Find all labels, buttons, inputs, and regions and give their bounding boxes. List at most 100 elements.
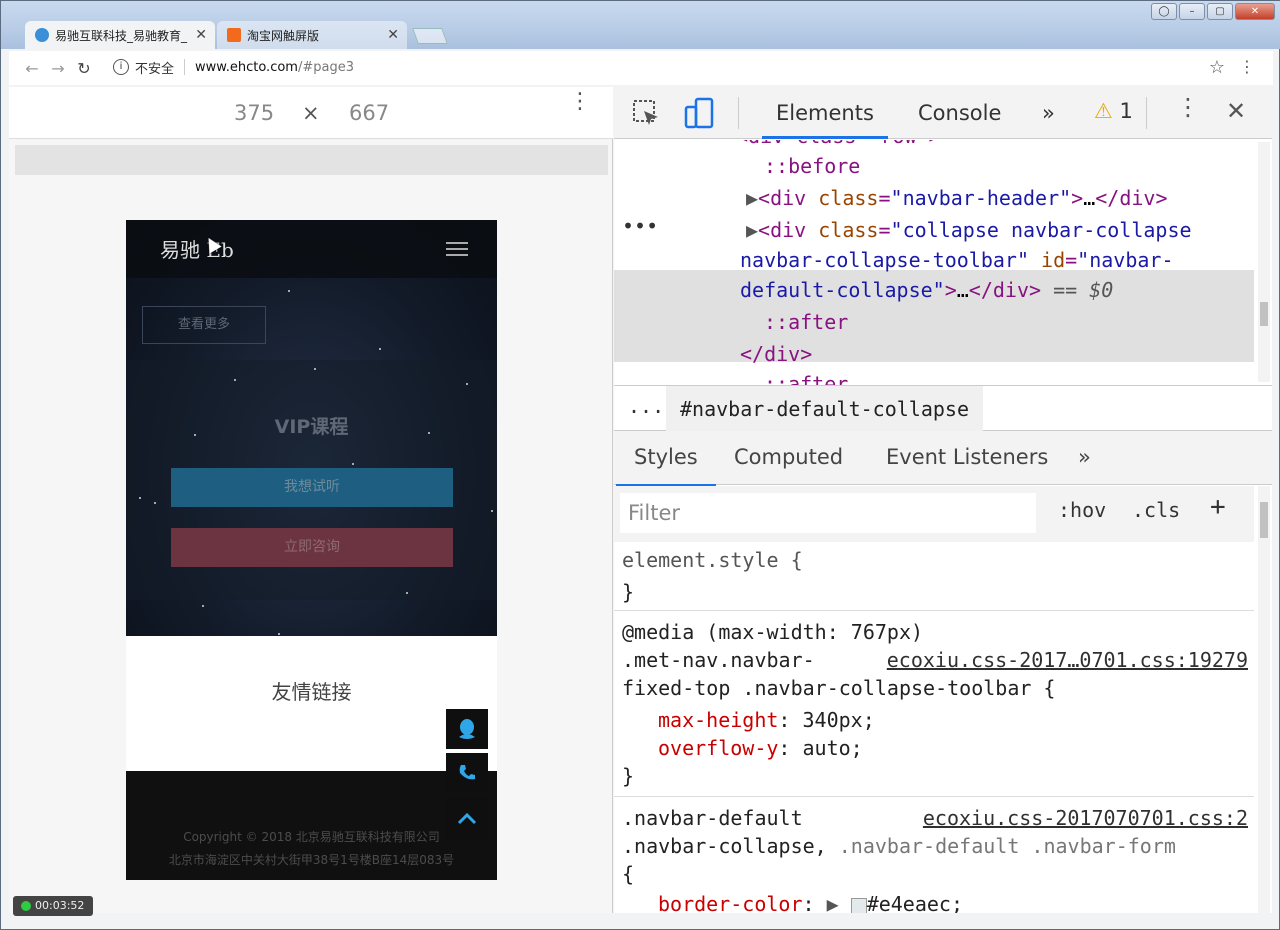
dom-scrollbar[interactable] (1258, 142, 1270, 382)
new-tab-button[interactable] (412, 28, 448, 44)
device-viewport: 375 × 667 ⋮ 查看更多 VIP课程 我想试听 立即咨询 易驰 Eb 友… (9, 87, 613, 913)
devtools-toolbar: Elements Console » ⚠ 1 ⋮ ✕ (614, 87, 1272, 139)
window-controls: ◯ – ▢ ✕ (1151, 3, 1275, 20)
device-options-icon[interactable]: ⋮ (569, 91, 591, 113)
phone-icon (459, 765, 475, 780)
styles-filter-input[interactable]: Filter (620, 493, 1036, 533)
new-rule-icon[interactable]: + (1210, 492, 1226, 522)
qq-icon (459, 719, 475, 739)
site-logo[interactable]: 易驰 Eb (160, 234, 234, 263)
expand-triangle-icon[interactable]: ▶ (746, 186, 758, 210)
warning-badge[interactable]: ⚠ 1 (1094, 99, 1133, 123)
expand-triangle-icon[interactable]: ▶ (746, 218, 758, 242)
site-favicon-icon (35, 28, 49, 42)
url-path: /#page3 (297, 59, 354, 75)
rule-source-link[interactable]: ecoxiu.css-2017…0701.css:19279 (887, 648, 1248, 672)
tab-styles[interactable]: Styles (616, 445, 716, 487)
style-rules: element.style { } @media (max-width: 767… (614, 542, 1254, 913)
node-ellipsis[interactable]: ••• (622, 214, 658, 238)
close-window-button[interactable]: ✕ (1235, 3, 1275, 20)
tab-ehcto[interactable]: 易驰互联科技_易驰教育_ ✕ (25, 21, 215, 49)
breadcrumb-ellipsis[interactable]: ... (628, 394, 664, 418)
rule-selector-2[interactable]: .navbar-default (622, 806, 803, 830)
dom-pseudo-before[interactable]: ::before (764, 154, 860, 178)
phone-navbar: 易驰 Eb (126, 220, 497, 278)
dom-pseudo-after[interactable]: ::after (764, 310, 848, 334)
phone-call-button[interactable] (446, 753, 488, 793)
close-tab-icon[interactable]: ✕ (387, 27, 399, 43)
friend-links-heading: 友情链接 (271, 680, 352, 704)
class-toggle[interactable]: .cls (1132, 498, 1180, 522)
forward-icon[interactable]: → (45, 59, 71, 78)
browser-menu-icon[interactable]: ⋮ (1239, 57, 1255, 76)
devtools-panel: Elements Console » ⚠ 1 ⋮ ✕ <div class="r… (614, 87, 1272, 913)
phone-screen: 查看更多 VIP课程 我想试听 立即咨询 易驰 Eb 友情链接 Copyrigh… (126, 220, 497, 880)
tab-strip: 易驰互联科技_易驰教育_ ✕ 淘宝网触屏版 ✕ ◯ – ▢ ✕ (1, 1, 1280, 49)
tab-title: 淘宝网触屏版 (247, 28, 320, 43)
browser-toolbar: ← → ↻ i 不安全 www.ehcto.com/#page3 ☆ ⋮ (9, 51, 1273, 85)
address-bar[interactable]: i 不安全 www.ehcto.com/#page3 (113, 53, 1213, 81)
close-devtools-icon[interactable]: ✕ (1226, 97, 1246, 125)
color-swatch[interactable] (850, 897, 867, 913)
tab-elements[interactable]: Elements (762, 101, 888, 139)
dom-line-navbar-header[interactable]: ▶<div class="navbar-header">…</div> (746, 186, 1168, 210)
breadcrumb: ... #navbar-default-collapse (614, 385, 1272, 432)
property-border-color[interactable]: border-color: ▶ #e4eaec; (658, 892, 963, 913)
browser-window: 易驰互联科技_易驰教育_ ✕ 淘宝网触屏版 ✕ ◯ – ▢ ✕ ← → ↻ i … (0, 0, 1280, 930)
device-toggle-icon[interactable] (684, 97, 716, 129)
consult-button[interactable]: 立即咨询 (171, 528, 453, 567)
vip-heading: VIP课程 (274, 416, 349, 438)
dom-close-div[interactable]: </div> (740, 342, 812, 366)
device-width[interactable]: 375 (234, 101, 274, 125)
dom-pseudo-after-2[interactable]: ::after (764, 372, 848, 385)
address-text: 北京市海淀区中关村大街甲38号1号楼B座14层083号 (168, 853, 455, 867)
warning-icon: ⚠ (1094, 99, 1113, 123)
dom-line-collapse[interactable]: ▶<div class="collapse navbar-collapse (746, 218, 1192, 242)
bookmark-star-icon[interactable]: ☆ (1209, 57, 1225, 78)
back-icon[interactable]: ← (19, 59, 45, 78)
styles-filter-row: Filter :hov .cls + (614, 486, 1254, 542)
times-icon: × (302, 101, 320, 125)
security-label: 不安全 (135, 61, 175, 77)
minimize-button[interactable]: – (1179, 3, 1205, 20)
styles-scrollbar[interactable] (1258, 486, 1270, 913)
rule-source-link-2[interactable]: ecoxiu.css-2017070701.css:2 (923, 806, 1248, 830)
breadcrumb-item[interactable]: #navbar-default-collapse (666, 386, 983, 432)
device-toolbar: 375 × 667 ⋮ (9, 87, 613, 139)
hover-state-toggle[interactable]: :hov (1058, 498, 1106, 522)
media-query-bar[interactable] (15, 145, 608, 175)
media-query: @media (max-width: 767px) (622, 620, 924, 644)
reload-icon[interactable]: ↻ (71, 59, 97, 78)
property-max-height[interactable]: max-height: 340px; (658, 708, 875, 732)
tab-console[interactable]: Console (918, 101, 1001, 125)
hero-section: 查看更多 VIP课程 我想试听 立即咨询 (126, 220, 497, 636)
tab-title: 易驰互联科技_易驰教育_ (55, 28, 188, 43)
expand-triangle-icon: ▶ (826, 892, 839, 913)
tab-computed[interactable]: Computed (734, 445, 843, 469)
back-to-top-button[interactable] (446, 797, 488, 841)
dom-line-row[interactable]: <div class="row"> (736, 140, 941, 148)
property-overflow-y[interactable]: overflow-y: auto; (658, 736, 863, 760)
copyright-text: Copyright © 2018 北京易驰互联科技有限公司 (183, 830, 440, 844)
more-style-tabs-icon[interactable]: » (1078, 445, 1091, 469)
dom-tree: <div class="row"> ::before ▶<div class="… (614, 140, 1254, 385)
rule-selector[interactable]: .met-nav.navbar- (622, 648, 815, 672)
maximize-button[interactable]: ▢ (1207, 3, 1233, 20)
view-more-button[interactable]: 查看更多 (142, 306, 266, 344)
qq-button[interactable] (446, 709, 488, 749)
footer: Copyright © 2018 北京易驰互联科技有限公司 北京市海淀区中关村大… (126, 771, 497, 880)
device-height[interactable]: 667 (349, 101, 389, 125)
tab-taobao[interactable]: 淘宝网触屏版 ✕ (217, 21, 407, 49)
hamburger-menu-icon[interactable] (446, 242, 468, 260)
recording-timer: 00:03:52 (13, 896, 93, 916)
tab-event-listeners[interactable]: Event Listeners (886, 445, 1048, 469)
close-tab-icon[interactable]: ✕ (195, 27, 207, 43)
more-tabs-icon[interactable]: » (1042, 101, 1055, 125)
devtools-menu-icon[interactable]: ⋮ (1176, 93, 1200, 121)
info-icon[interactable]: i (113, 59, 129, 75)
trial-listen-button[interactable]: 我想试听 (171, 468, 453, 507)
inspect-element-icon[interactable] (632, 99, 660, 127)
user-icon[interactable]: ◯ (1151, 3, 1177, 20)
taobao-favicon-icon (227, 28, 241, 42)
element-style-rule[interactable]: element.style { (622, 548, 803, 572)
